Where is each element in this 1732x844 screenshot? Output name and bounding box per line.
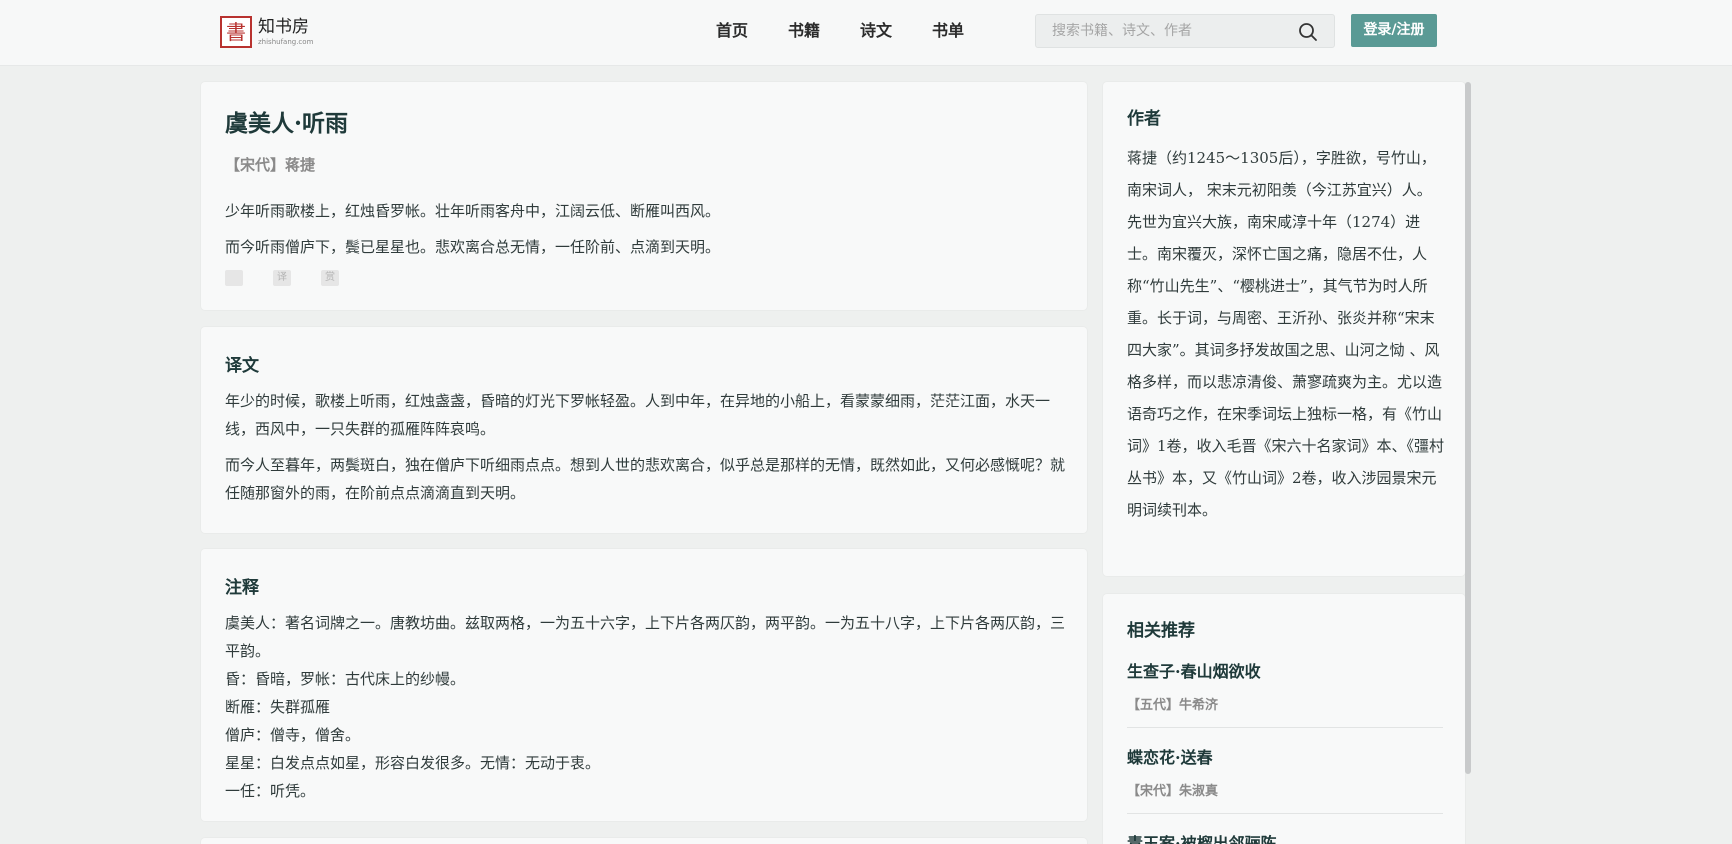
- top-bar: 書 知书房 zhishufang.com 首页 书籍 诗文 书单 登录/注册: [0, 0, 1732, 66]
- recommendation-title[interactable]: 蝶恋花·送春: [1127, 744, 1443, 768]
- logo-subtitle: zhishufang.com: [258, 37, 314, 46]
- appreciate-icon[interactable]: 赏: [321, 270, 339, 286]
- poem-line: 而今听雨僧庐下，鬓已星星也。悲欢离合总无情，一任阶前、点滴到天明。: [225, 238, 721, 256]
- recommendation-title[interactable]: 生查子·春山烟欲收: [1127, 658, 1443, 682]
- recommendation-item[interactable]: 蝶恋花·送春 【宋代】朱淑真: [1127, 744, 1443, 799]
- nav-booklists[interactable]: 书单: [932, 20, 964, 42]
- note-line: 星星：白发点点如星，形容白发很多。无情：无动于衷。: [225, 754, 601, 772]
- logo-text: 知书房 zhishufang.com: [258, 18, 313, 47]
- notes-card: 注释 虞美人：著名词牌之一。唐教坊曲。兹取两格，一为五十六字，上下片各两仄韵，两…: [201, 549, 1087, 821]
- author-title: 作者: [1127, 109, 1161, 129]
- note-line: 昏：昏暗，罗帐：古代床上的纱幔。: [225, 670, 466, 688]
- poem-tools: 译 赏: [225, 270, 369, 286]
- logo-title: 知书房: [258, 16, 309, 37]
- nav-home[interactable]: 首页: [716, 20, 748, 42]
- nav-poems[interactable]: 诗文: [860, 20, 892, 42]
- translation-card: 译文 年少的时候，歌楼上听雨，红烛盏盏，昏暗的灯光下罗帐轻盈。人到中年，在异地的…: [201, 327, 1087, 533]
- note-line: 虞美人：著名词牌之一。唐教坊曲。兹取两格，一为五十六字，上下片各两仄韵，两平韵。…: [225, 614, 1066, 660]
- recommendation-item[interactable]: 青玉案·被榴出邻骊陈: [1127, 830, 1443, 844]
- notes-title: 注释: [225, 578, 259, 598]
- translation-paragraph: 而今人至暮年，两鬓斑白，独在僧庐下听细雨点点。想到人世的悲欢离合，似乎总是那样的…: [225, 456, 1066, 502]
- note-line: 僧庐：僧寺，僧舍。: [225, 726, 361, 744]
- note-line: 断雁：失群孤雁: [225, 698, 331, 716]
- divider: [1127, 813, 1443, 814]
- author-card: 作者 蒋捷（约1245～1305后），字胜欲，号竹山，南宋词人， 宋末元初阳羡（…: [1103, 82, 1465, 576]
- translation-title: 译文: [225, 356, 259, 376]
- next-card: [201, 838, 1087, 844]
- site-logo[interactable]: 書 知书房 zhishufang.com: [220, 16, 313, 48]
- main-nav: 首页 书籍 诗文 书单: [716, 20, 1004, 42]
- note-line: 一任：听凭。: [225, 782, 316, 800]
- poem-author[interactable]: 【宋代】蒋捷: [225, 154, 315, 175]
- copy-icon[interactable]: [225, 270, 243, 286]
- recommendation-title[interactable]: 青玉案·被榴出邻骊陈: [1127, 830, 1443, 844]
- sidebar-scrollbar[interactable]: [1465, 82, 1471, 774]
- recommendation-item[interactable]: 生查子·春山烟欲收 【五代】牛希济: [1127, 658, 1443, 713]
- logo-mark-icon: 書: [220, 16, 252, 48]
- author-bio: 蒋捷（约1245～1305后），字胜欲，号竹山，南宋词人， 宋末元初阳羡（今江苏…: [1127, 149, 1445, 519]
- translation-paragraph: 年少的时候，歌楼上听雨，红烛盏盏，昏暗的灯光下罗帐轻盈。人到中年，在异地的小船上…: [225, 392, 1051, 438]
- search-box: [1035, 14, 1335, 48]
- recommendations-card: 相关推荐 生查子·春山烟欲收 【五代】牛希济 蝶恋花·送春 【宋代】朱淑真 青玉…: [1103, 594, 1465, 844]
- search-input[interactable]: [1052, 15, 1292, 47]
- poem-title: 虞美人·听雨: [225, 110, 349, 137]
- recommendation-author: 【宋代】朱淑真: [1127, 784, 1219, 799]
- search-icon[interactable]: [1298, 22, 1318, 42]
- recommendations-title: 相关推荐: [1127, 621, 1195, 641]
- divider: [1127, 727, 1443, 728]
- login-register-button[interactable]: 登录/注册: [1351, 14, 1437, 47]
- nav-books[interactable]: 书籍: [788, 20, 820, 42]
- poem-card: 虞美人·听雨 【宋代】蒋捷 少年听雨歌楼上，红烛昏罗帐。壮年听雨客舟中，江阔云低…: [201, 82, 1087, 310]
- translate-icon[interactable]: 译: [273, 270, 291, 286]
- poem-line: 少年听雨歌楼上，红烛昏罗帐。壮年听雨客舟中，江阔云低、断雁叫西风。: [225, 202, 721, 220]
- recommendation-author: 【五代】牛希济: [1127, 698, 1219, 713]
